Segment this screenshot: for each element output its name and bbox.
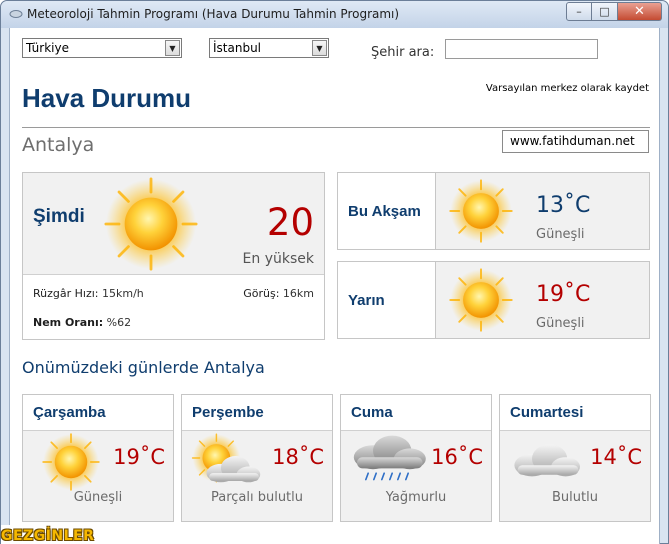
forecast-day-condition: Güneşli	[73, 490, 123, 505]
cloud-icon	[514, 444, 580, 477]
forecast-day-temperature: 16˚C	[431, 445, 483, 469]
current-weather-top: Şimdi 20 En yüksek	[23, 173, 324, 274]
maximize-icon: □	[599, 5, 610, 18]
humidity-label: Nem Oranı:	[33, 316, 104, 329]
forecast-day-condition: Yağmurlu	[385, 490, 447, 505]
watermark-logo: GEZGİNLER	[1, 525, 127, 544]
app-window: Meteoroloji Tahmin Programı (Hava Durumu…	[0, 0, 669, 544]
tomorrow-label: Yarın	[338, 262, 436, 338]
forecast-day-card: Çarşamba 19˚C Güneşli	[22, 394, 174, 522]
visibility-label: Görüş:	[243, 287, 280, 300]
maximize-button[interactable]: □	[592, 2, 618, 21]
forecast-section-title: Onümüzdeki günlerde Antalya	[22, 358, 265, 377]
tomorrow-temperature: 19˚C	[536, 282, 591, 307]
tomorrow-condition: Güneşli	[536, 316, 585, 331]
search-label: Şehir ara:	[371, 45, 435, 60]
chevron-down-icon[interactable]: ▼	[312, 40, 327, 56]
rain-cloud-icon	[353, 435, 426, 481]
forecast-day-name: Perşembe	[182, 395, 332, 431]
forecast-day-card: Cumartesi 14˚C Bulutlu	[499, 394, 651, 522]
minimize-button[interactable]: –	[566, 2, 592, 21]
page-title: Hava Durumu	[22, 83, 192, 113]
tomorrow-body: 19˚C Güneşli	[436, 262, 649, 338]
wind-speed: Rüzgâr Hızı: 15km/h	[33, 287, 144, 300]
current-temperature-caption: En yüksek	[242, 251, 314, 267]
minimize-icon: –	[576, 5, 582, 18]
wind-speed-label: Rüzgâr Hızı:	[33, 287, 99, 300]
sun-icon	[449, 268, 513, 332]
save-default-link[interactable]: Varsayılan merkez olarak kaydet	[486, 83, 649, 94]
forecast-day-temperature: 19˚C	[113, 445, 165, 469]
city-value: İstanbul	[213, 41, 262, 55]
forecast-day-card: Cuma 16˚C Yağmurlu	[340, 394, 492, 522]
app-icon	[9, 10, 23, 18]
forecast-day-card: Perşembe 18˚C Parçalı bulutlu	[181, 394, 333, 522]
chevron-down-icon[interactable]: ▼	[165, 40, 180, 56]
client-area: Türkiye ▼ İstanbul ▼ Şehir ara: Varsayıl…	[9, 28, 660, 544]
evening-temperature: 13˚C	[536, 193, 591, 218]
window-buttons: – □ ✕	[566, 2, 662, 21]
humidity-value: %62	[106, 316, 132, 329]
partly-cloudy-icon	[191, 433, 261, 483]
evening-body: 13˚C Güneşli	[436, 173, 649, 249]
country-value: Türkiye	[26, 41, 69, 55]
current-temperature: 20	[266, 201, 314, 244]
forecast-day-condition: Parçalı bulutlu	[210, 490, 304, 505]
visibility: Görüş: 16km	[243, 287, 314, 300]
humidity: Nem Oranı: %62	[33, 316, 131, 329]
close-icon: ✕	[634, 4, 645, 19]
website-box[interactable]: www.fatihduman.net	[502, 130, 649, 153]
current-weather-panel: Şimdi 20 En yüksek Rüzgâr Hızı: 15km/h G…	[22, 172, 325, 340]
sun-icon	[42, 433, 100, 491]
evening-label: Bu Akşam	[338, 173, 436, 249]
sun-icon	[449, 179, 513, 243]
forecast-day-name: Cuma	[341, 395, 491, 431]
watermark-text: GEZGİNLER	[1, 528, 95, 544]
evening-panel: Bu Akşam 13˚C Güneşli	[337, 172, 650, 250]
city-select[interactable]: İstanbul ▼	[209, 38, 329, 58]
window-title: Meteoroloji Tahmin Programı (Hava Durumu…	[27, 7, 400, 21]
forecast-day-condition: Bulutlu	[552, 490, 598, 505]
current-weather-details: Rüzgâr Hızı: 15km/h Görüş: 16km Nem Oran…	[23, 274, 324, 339]
country-select[interactable]: Türkiye ▼	[22, 38, 182, 58]
now-label: Şimdi	[33, 206, 85, 227]
title-bar[interactable]: Meteoroloji Tahmin Programı (Hava Durumu…	[1, 1, 668, 28]
city-title: Antalya	[22, 134, 95, 156]
forecast-day-temperature: 18˚C	[272, 445, 324, 469]
tomorrow-panel: Yarın 19˚C Güneşli	[337, 261, 650, 339]
visibility-value: 16km	[282, 287, 314, 300]
evening-condition: Güneşli	[536, 227, 585, 242]
forecast-day-name: Çarşamba	[23, 395, 173, 431]
forecast-day-temperature: 14˚C	[590, 445, 642, 469]
wind-speed-value: 15km/h	[102, 287, 144, 300]
close-button[interactable]: ✕	[618, 2, 662, 21]
divider	[22, 127, 650, 128]
forecast-day-name: Cumartesi	[500, 395, 650, 431]
city-search-input[interactable]	[445, 39, 598, 59]
sun-icon	[104, 177, 198, 271]
